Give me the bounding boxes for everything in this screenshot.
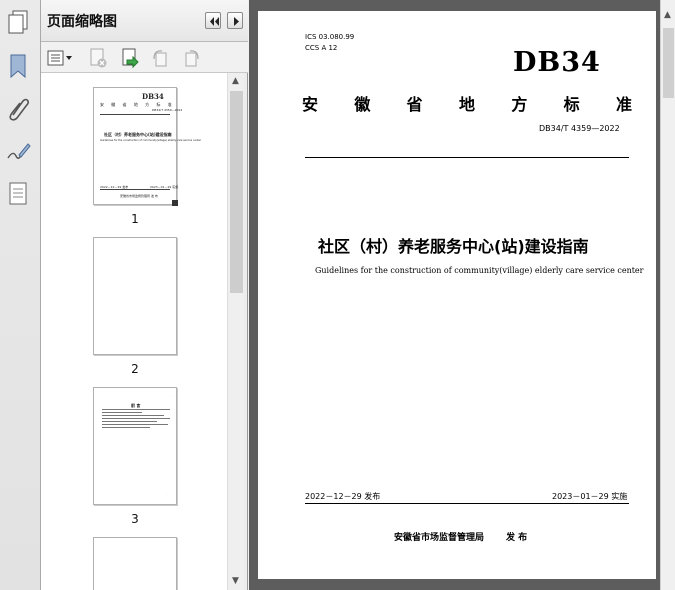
doc-scroll-up-icon[interactable]: ▲ bbox=[664, 10, 671, 20]
chevron-right-icon bbox=[234, 17, 239, 26]
bookmark-icon[interactable] bbox=[5, 52, 31, 80]
thumb-title: 社区（村）养老服务中心(站)建设指南 bbox=[104, 132, 172, 137]
thumbnail-toolbar bbox=[41, 42, 248, 73]
collapse-panel-button[interactable] bbox=[205, 12, 221, 29]
double-chevron-left-icon bbox=[210, 17, 219, 26]
delete-page-icon bbox=[90, 48, 107, 68]
current-page-marker bbox=[172, 200, 178, 206]
thumbnail-scrollbar[interactable]: ▲ ▼ bbox=[227, 73, 244, 590]
thumb-logo: DB34 bbox=[142, 92, 164, 101]
options-menu-icon bbox=[47, 50, 72, 66]
thumbnail-page-1[interactable]: DB34 安 徽 省 地 方 标 准 DB34/T 4359—2022 社区（村… bbox=[93, 87, 201, 206]
header-rule bbox=[305, 157, 629, 158]
signature-icon[interactable] bbox=[5, 138, 31, 166]
thumbnail-options-button[interactable] bbox=[46, 47, 74, 69]
thumbnail-label-3: 3 bbox=[131, 512, 139, 526]
rotate-cw-icon bbox=[185, 50, 199, 67]
thumbnail-label-2: 2 bbox=[131, 362, 139, 376]
document-title: 社区（村）养老服务中心(站)建设指南 bbox=[318, 237, 589, 256]
document-page: ICS 03.080.99 CCS A 12 DB34 安 徽 省 地 方 标 … bbox=[258, 11, 656, 579]
thumbnail-page-3[interactable]: . 前 言 . bbox=[93, 387, 177, 505]
thumbnail-page-2[interactable] bbox=[93, 237, 177, 355]
rotate-left-button[interactable] bbox=[149, 47, 171, 69]
thumbnail-panel: 页面缩略图 DB34 安 徽 省 地 方 标 准 DB34/T 4359—202… bbox=[41, 0, 248, 590]
layers-icon[interactable] bbox=[5, 180, 31, 208]
standard-org-heading: 安 徽 省 地 方 标 准 bbox=[302, 91, 632, 115]
db34-logo: DB34 bbox=[513, 47, 601, 78]
document-title-en: Guidelines for the construction of commu… bbox=[315, 266, 644, 275]
document-scrollbar[interactable]: ▲ bbox=[660, 0, 675, 590]
rotate-ccw-icon bbox=[153, 50, 167, 67]
publish-date: 2022－12－29 发布 bbox=[305, 492, 381, 501]
org-char: 省 bbox=[406, 95, 423, 114]
document-viewer: ICS 03.080.99 CCS A 12 DB34 安 徽 省 地 方 标 … bbox=[249, 0, 675, 590]
thumb-title-en: Guidelines for the construction of commu… bbox=[100, 139, 202, 142]
panel-title: 页面缩略图 bbox=[47, 14, 117, 30]
ccs-code: CCS A 12 bbox=[305, 44, 338, 52]
thumbnail-page-4[interactable] bbox=[93, 537, 177, 590]
insert-page-icon bbox=[122, 48, 139, 69]
attachment-icon[interactable] bbox=[5, 95, 31, 123]
issuer-suffix: 发 布 bbox=[506, 533, 528, 543]
pdf-reader-window: 页面缩略图 DB34 安 徽 省 地 方 标 准 DB34/T 4359—202… bbox=[0, 0, 675, 590]
panel-header: 页面缩略图 bbox=[41, 0, 248, 42]
standard-number: DB34/T 4359—2022 bbox=[539, 124, 620, 133]
rotate-right-button[interactable] bbox=[181, 47, 203, 69]
org-char: 地 bbox=[458, 95, 475, 114]
ics-code: ICS 03.080.99 bbox=[305, 33, 355, 41]
org-char: 安 bbox=[302, 95, 319, 114]
delete-pages-button[interactable] bbox=[87, 47, 109, 69]
scroll-up-icon[interactable]: ▲ bbox=[232, 76, 239, 86]
org-char: 方 bbox=[511, 95, 528, 114]
org-char: 标 bbox=[563, 95, 580, 114]
navigation-rail bbox=[0, 0, 41, 590]
org-char: 准 bbox=[615, 95, 632, 114]
thumbnail-list: DB34 安 徽 省 地 方 标 准 DB34/T 4359—2022 社区（村… bbox=[41, 73, 231, 590]
pages-panel-icon[interactable] bbox=[5, 8, 31, 36]
document-scroll-thumb[interactable] bbox=[663, 28, 674, 98]
org-char: 徽 bbox=[354, 95, 371, 114]
insert-pages-button[interactable] bbox=[119, 47, 141, 69]
thumb-number: DB34/T 4359—2022 bbox=[152, 108, 183, 112]
issuer: 安徽省市场监督管理局 bbox=[394, 533, 485, 543]
footer-rule bbox=[305, 503, 629, 504]
thumbnail-label-1: 1 bbox=[131, 212, 139, 226]
thumb-issuer: 安徽省市场监督管理局 发 布 bbox=[120, 194, 158, 198]
scroll-down-icon[interactable]: ▼ bbox=[232, 576, 239, 586]
implement-date: 2023－01－29 实施 bbox=[552, 492, 628, 501]
thumbnail-scroll-thumb[interactable] bbox=[230, 91, 243, 293]
expand-panel-button[interactable] bbox=[227, 12, 243, 29]
